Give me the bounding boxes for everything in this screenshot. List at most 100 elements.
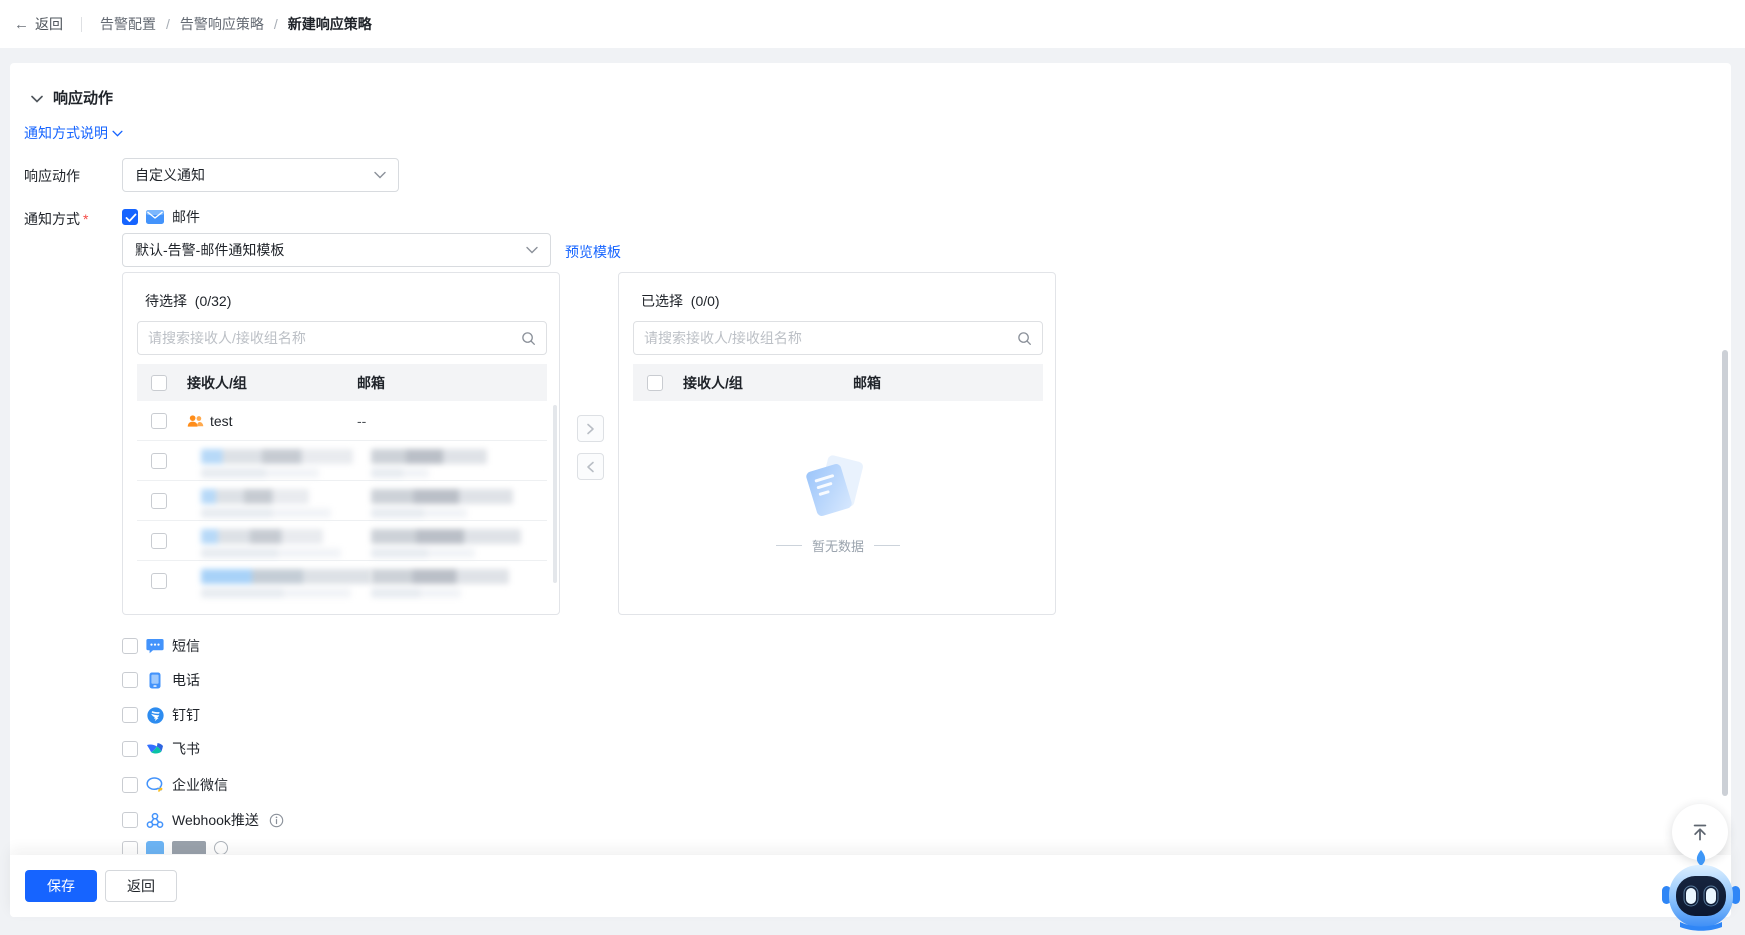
section-header-response-action[interactable]: 响应动作 bbox=[31, 87, 113, 108]
redacted-email bbox=[371, 489, 513, 518]
footer-bar: 保存 返回 bbox=[10, 855, 1731, 917]
source-panel-title: 待选择 (0/32) bbox=[145, 291, 231, 311]
recipient-name: test bbox=[210, 413, 233, 429]
table-row-redacted[interactable] bbox=[137, 441, 547, 481]
notification-method-label: 通知方式* bbox=[24, 209, 88, 229]
breadcrumb-alert-config[interactable]: 告警配置 bbox=[100, 14, 156, 34]
notification-method-help-label: 通知方式说明 bbox=[24, 123, 108, 143]
back-to-top-icon bbox=[1687, 819, 1713, 845]
main-card: 响应动作 通知方式说明 响应动作 自定义通知 通知方式* 邮件 默认-告警-邮件… bbox=[10, 63, 1731, 917]
target-col-recipient: 接收人/组 bbox=[683, 373, 853, 393]
wecom-checkbox[interactable] bbox=[122, 777, 138, 793]
ai-assistant-robot-icon[interactable] bbox=[1660, 848, 1742, 932]
empty-state: 暂无数据 bbox=[619, 458, 1056, 555]
source-title-text: 待选择 bbox=[145, 293, 187, 309]
phone-icon bbox=[146, 671, 164, 689]
collapse-chevron-icon[interactable] bbox=[31, 90, 43, 106]
notification-method-help-link[interactable]: 通知方式说明 bbox=[24, 123, 123, 143]
table-row[interactable]: test -- bbox=[137, 401, 547, 441]
table-row-redacted[interactable] bbox=[137, 521, 547, 561]
chevron-down-icon bbox=[112, 130, 123, 137]
breadcrumb-separator: / bbox=[274, 16, 278, 32]
webhook-icon bbox=[146, 811, 164, 829]
source-table-header: 接收人/组 邮箱 bbox=[137, 364, 547, 401]
dingtalk-label: 钉钉 bbox=[172, 705, 200, 725]
source-search-input[interactable] bbox=[148, 330, 521, 346]
save-button[interactable]: 保存 bbox=[25, 870, 97, 902]
breadcrumb-response-policy[interactable]: 告警响应策略 bbox=[180, 14, 264, 34]
page-scrollbar[interactable] bbox=[1722, 350, 1728, 796]
partial-checkbox[interactable] bbox=[122, 841, 138, 854]
email-method-row: 邮件 bbox=[122, 207, 200, 227]
section-title: 响应动作 bbox=[53, 87, 113, 108]
target-panel-title: 已选择 (0/0) bbox=[641, 291, 720, 311]
back-link-label: 返回 bbox=[35, 14, 63, 34]
row-checkbox[interactable] bbox=[151, 413, 167, 429]
topbar: ← 返回 告警配置 / 告警响应策略 / 新建响应策略 bbox=[0, 0, 1745, 48]
method-row-wecom: 企业微信 bbox=[122, 773, 228, 797]
row-checkbox[interactable] bbox=[151, 453, 167, 469]
sms-checkbox[interactable] bbox=[122, 638, 138, 654]
group-icon bbox=[187, 414, 204, 428]
partial-info-icon bbox=[214, 841, 228, 854]
info-icon[interactable] bbox=[269, 813, 284, 828]
row-checkbox[interactable] bbox=[151, 533, 167, 549]
transfer-source-panel: 待选择 (0/32) 接收人/组 邮箱 test -- bbox=[122, 272, 560, 615]
wecom-label: 企业微信 bbox=[172, 775, 228, 795]
target-select-all-checkbox[interactable] bbox=[647, 375, 663, 391]
chevron-left-icon bbox=[586, 461, 595, 473]
source-col-recipient: 接收人/组 bbox=[187, 373, 357, 393]
empty-dash-left bbox=[776, 545, 802, 546]
target-col-email: 邮箱 bbox=[853, 373, 1043, 393]
response-action-select[interactable]: 自定义通知 bbox=[122, 158, 399, 192]
feishu-label: 飞书 bbox=[172, 739, 200, 759]
target-search-input[interactable] bbox=[644, 330, 1017, 346]
return-button[interactable]: 返回 bbox=[105, 870, 177, 902]
row-checkbox[interactable] bbox=[151, 573, 167, 589]
table-row-redacted[interactable] bbox=[137, 561, 547, 601]
webhook-label: Webhook推送 bbox=[172, 810, 259, 830]
search-icon[interactable] bbox=[1017, 331, 1032, 346]
redacted-name bbox=[201, 449, 353, 478]
back-link[interactable]: ← 返回 bbox=[14, 14, 63, 34]
search-icon[interactable] bbox=[521, 331, 536, 346]
dingtalk-icon bbox=[146, 706, 164, 724]
breadcrumb: 告警配置 / 告警响应策略 / 新建响应策略 bbox=[100, 14, 372, 34]
move-left-button[interactable] bbox=[577, 453, 604, 480]
source-col-email: 邮箱 bbox=[357, 373, 547, 393]
chevron-down-icon bbox=[526, 246, 538, 254]
redacted-name bbox=[201, 569, 371, 598]
dingtalk-checkbox[interactable] bbox=[122, 707, 138, 723]
source-table-scrollbar[interactable] bbox=[553, 405, 557, 583]
breadcrumb-current-page: 新建响应策略 bbox=[288, 14, 372, 34]
sms-icon bbox=[146, 637, 164, 655]
email-method-label: 邮件 bbox=[172, 207, 200, 227]
feishu-checkbox[interactable] bbox=[122, 741, 138, 757]
preview-template-link[interactable]: 预览模板 bbox=[565, 242, 621, 262]
redacted-email bbox=[371, 529, 521, 558]
email-checkbox[interactable] bbox=[122, 209, 138, 225]
chevron-right-icon bbox=[586, 423, 595, 435]
method-row-feishu: 飞书 bbox=[122, 737, 200, 761]
email-template-select[interactable]: 默认-告警-邮件通知模板 bbox=[122, 233, 551, 267]
source-count: (0/32) bbox=[195, 293, 232, 309]
target-table-header: 接收人/组 邮箱 bbox=[633, 364, 1043, 401]
method-row-sms: 短信 bbox=[122, 634, 200, 658]
source-select-all-checkbox[interactable] bbox=[151, 375, 167, 391]
response-action-label: 响应动作 bbox=[24, 166, 80, 186]
partial-method-label bbox=[172, 841, 206, 854]
redacted-email bbox=[371, 569, 509, 598]
move-right-button[interactable] bbox=[577, 415, 604, 442]
redacted-name bbox=[201, 489, 309, 518]
row-checkbox[interactable] bbox=[151, 493, 167, 509]
phone-label: 电话 bbox=[172, 670, 200, 690]
webhook-checkbox[interactable] bbox=[122, 812, 138, 828]
transfer-target-panel: 已选择 (0/0) 接收人/组 邮箱 暂无数据 bbox=[618, 272, 1056, 615]
back-arrow-icon: ← bbox=[14, 16, 29, 33]
phone-checkbox[interactable] bbox=[122, 672, 138, 688]
method-row-webhook: Webhook推送 bbox=[122, 808, 284, 832]
empty-dash-right bbox=[874, 545, 900, 546]
table-row-redacted[interactable] bbox=[137, 481, 547, 521]
empty-data-icon bbox=[803, 458, 873, 522]
chevron-down-icon bbox=[374, 171, 386, 179]
